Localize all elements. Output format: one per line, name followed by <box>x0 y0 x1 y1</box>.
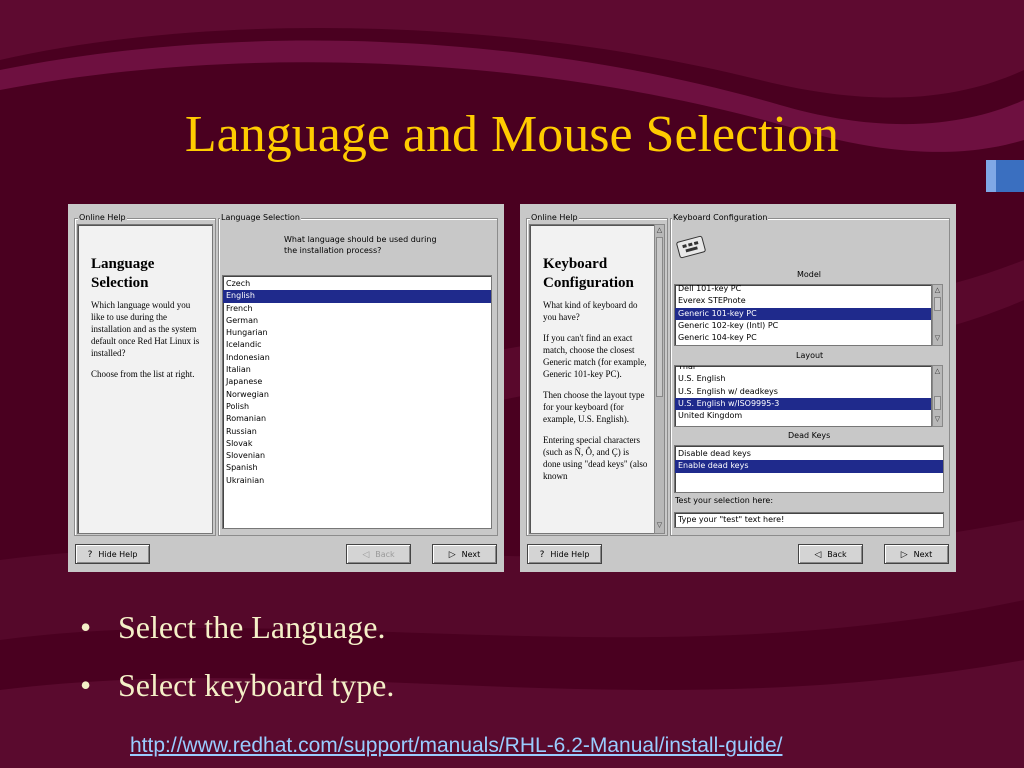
language-option[interactable]: German <box>223 315 491 327</box>
right-arrow-icon: ▷ <box>448 550 456 560</box>
language-option[interactable]: Czech <box>223 278 491 290</box>
hide-help-button[interactable]: ? Hide Help <box>527 544 602 564</box>
bullet-list: • Select the Language. • Select keyboard t… <box>80 598 394 714</box>
next-button[interactable]: ▷ Next <box>884 544 949 564</box>
dead-keys-option[interactable]: Disable dead keys <box>675 448 943 460</box>
language-option[interactable]: Ukrainian <box>223 475 491 487</box>
help-paragraph: What kind of keyboard do you have? <box>543 300 638 322</box>
help-title: Keyboard Configuration <box>543 256 634 291</box>
language-group-label: Language Selection <box>220 213 301 223</box>
scroll-up-icon[interactable]: △ <box>934 367 941 376</box>
language-option[interactable]: Spanish <box>223 462 491 474</box>
language-option[interactable]: Russian <box>223 426 491 438</box>
test-label: Test your selection here: <box>675 496 774 505</box>
model-option[interactable]: Dell 101-key PC <box>675 285 931 295</box>
layout-option[interactable]: U.S. English <box>675 373 931 385</box>
model-list[interactable]: Dell 101-key PC Everex STEPnote Generic 10… <box>674 284 932 346</box>
layout-option[interactable]: United Kingdom <box>675 410 931 422</box>
language-option[interactable]: English <box>223 290 491 303</box>
dead-keys-list[interactable]: Disable dead keys Enable dead keys <box>674 445 944 493</box>
manual-link[interactable]: http://www.redhat.com/support/manuals/RH… <box>130 732 782 760</box>
language-option[interactable]: Japanese <box>223 376 491 388</box>
scroll-down-icon[interactable]: ▽ <box>656 521 663 530</box>
right-arrow-icon: ▷ <box>900 550 908 560</box>
model-option[interactable]: Generic 101-key PC <box>675 307 931 320</box>
scrollbar-thumb[interactable] <box>934 396 941 410</box>
scroll-down-icon[interactable]: ▽ <box>934 415 941 424</box>
scroll-up-icon[interactable]: △ <box>656 226 663 235</box>
help-panel: Language Selection Which language would … <box>77 224 213 534</box>
keyboard-group-label: Keyboard Configuration <box>672 213 769 223</box>
keyboard-configuration-screenshot: Online Help Keyboard Configuration What … <box>520 204 956 572</box>
help-icon: ? <box>87 550 93 560</box>
help-title: Language Selection <box>91 256 155 291</box>
help-paragraph: If you can't find an exact match, choose… <box>543 333 647 379</box>
model-scrollbar[interactable]: △ ▽ <box>932 284 943 346</box>
help-paragraph: Entering special characters (such as Ñ, … <box>543 435 648 481</box>
language-question: What language should be used during the … <box>284 235 437 255</box>
scroll-up-icon[interactable]: △ <box>934 286 941 295</box>
language-selection-screenshot: Online Help Language Selection Which lan… <box>68 204 504 572</box>
hide-help-button[interactable]: ? Hide Help <box>75 544 150 564</box>
layout-option[interactable]: U.S. English w/ deadkeys <box>675 386 931 398</box>
language-option[interactable]: Indonesian <box>223 352 491 364</box>
slide-title: Language and Mouse Selection <box>184 106 840 163</box>
help-icon: ? <box>539 550 545 560</box>
layout-option[interactable]: Thai <box>675 366 931 373</box>
dead-keys-label: Dead Keys <box>788 431 831 440</box>
model-label: Model <box>797 270 822 279</box>
bullet-item: • Select keyboard type. <box>80 667 395 703</box>
language-list[interactable]: Czech English French German Hungarian Iceland… <box>222 275 492 529</box>
scrollbar-thumb[interactable] <box>656 237 663 397</box>
language-option[interactable]: Icelandic <box>223 339 491 351</box>
language-option[interactable]: Slovenian <box>223 450 491 462</box>
language-option[interactable]: Romanian <box>223 413 491 425</box>
help-paragraph: Choose from the list at right. <box>91 369 195 379</box>
help-scrollbar[interactable]: △ ▽ <box>654 224 665 534</box>
scrollbar-thumb[interactable] <box>934 297 941 311</box>
language-option[interactable]: Polish <box>223 401 491 413</box>
left-arrow-icon: ◁ <box>362 550 370 560</box>
language-option[interactable]: French <box>223 303 491 315</box>
online-help-label: Online Help <box>530 213 579 223</box>
language-option[interactable]: Italian <box>223 364 491 376</box>
layout-label: Layout <box>796 351 824 360</box>
left-arrow-icon: ◁ <box>814 550 822 560</box>
model-option[interactable]: Everex STEPnote <box>675 295 931 307</box>
model-option[interactable]: Generic 102-key (Intl) PC <box>675 320 931 332</box>
test-input[interactable]: Type your "test" text here! <box>674 512 944 528</box>
layout-list[interactable]: Thai U.S. English U.S. English w/ deadkeys… <box>674 365 932 427</box>
online-help-label: Online Help <box>78 213 127 223</box>
next-button[interactable]: ▷ Next <box>432 544 497 564</box>
model-option[interactable]: Generic 104-key PC <box>675 332 931 344</box>
language-option[interactable]: Slovak <box>223 438 491 450</box>
language-option[interactable]: Norwegian <box>223 389 491 401</box>
layout-option[interactable]: U.S. English w/ISO9995-3 <box>675 397 931 411</box>
back-button[interactable]: ◁ Back <box>346 544 411 564</box>
language-option[interactable]: Hungarian <box>223 327 491 339</box>
help-panel: Keyboard Configuration What kind of keyb… <box>529 224 655 534</box>
layout-scrollbar[interactable]: △ ▽ <box>932 365 943 427</box>
dead-keys-option[interactable]: Enable dead keys <box>675 460 943 473</box>
scroll-down-icon[interactable]: ▽ <box>934 334 941 343</box>
back-button[interactable]: ◁ Back <box>798 544 863 564</box>
help-paragraph: Which language would you like to use dur… <box>91 300 200 358</box>
help-paragraph: Then choose the layout type for your key… <box>543 390 645 424</box>
keyboard-icon <box>676 235 706 259</box>
bullet-item: • Select the Language. <box>80 609 386 645</box>
